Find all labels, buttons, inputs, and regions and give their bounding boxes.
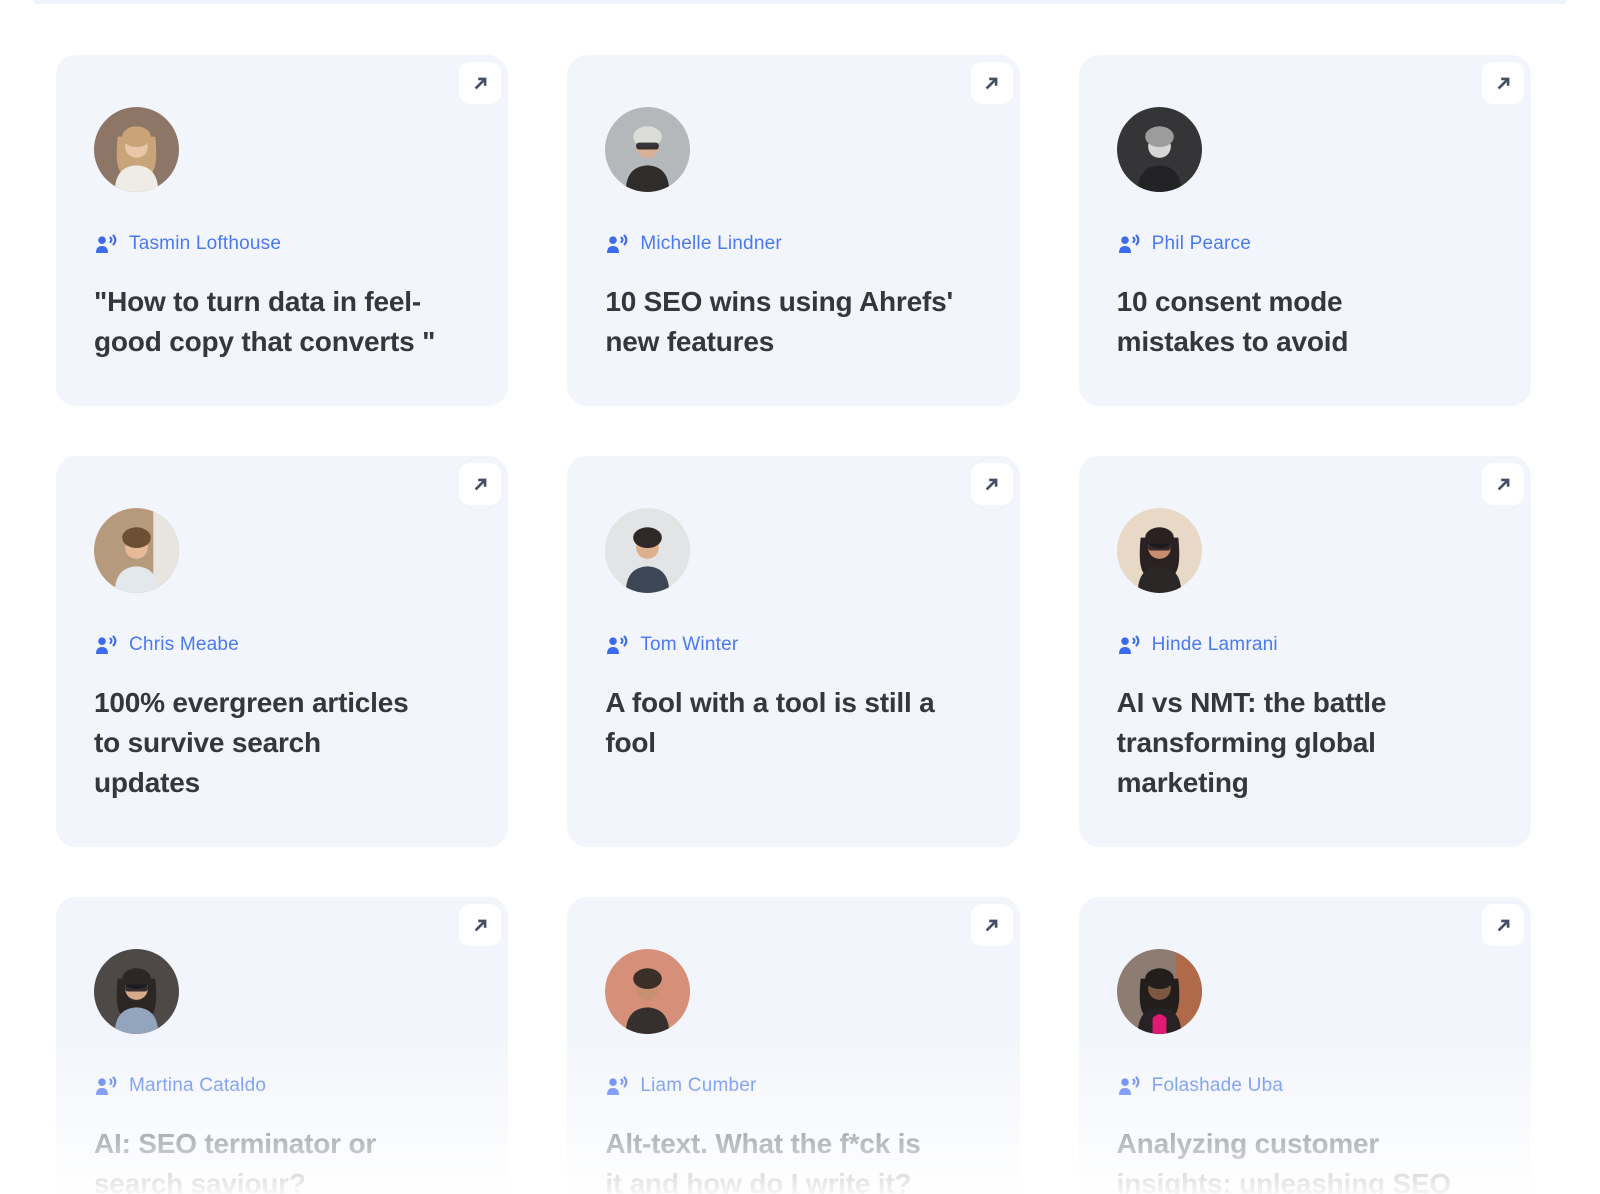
talk-card[interactable]: Liam Cumber Alt-text. What the f*ck is i… — [567, 897, 1020, 1194]
speaker-avatar — [94, 107, 179, 192]
speaker-link[interactable]: Liam Cumber — [605, 1074, 985, 1098]
speaker-link[interactable]: Martina Cataldo — [94, 1074, 474, 1098]
talk-title: AI: SEO terminator or search saviour? — [94, 1128, 377, 1194]
talk-title: Alt-text. What the f*ck is it and how do… — [605, 1128, 921, 1194]
external-link-arrow-icon — [985, 77, 998, 89]
talk-title: AI vs NMT: the battle transforming globa… — [1116, 687, 1387, 798]
speaker-voice-icon — [96, 1076, 117, 1095]
speaker-avatar — [1116, 107, 1202, 192]
speaker-link[interactable]: Michelle Lindner — [605, 232, 985, 256]
open-link-button[interactable] — [1482, 62, 1524, 104]
speaker-name[interactable]: Tasmin Lofthouse — [129, 233, 281, 255]
open-link-button[interactable] — [970, 904, 1013, 946]
speaker-link[interactable]: Tom Winter — [605, 633, 985, 657]
open-link-button[interactable] — [459, 904, 502, 946]
speaker-voice-icon — [607, 234, 628, 253]
talks-grid: Tasmin Lofthouse "How to turn data in fe… — [0, 0, 1600, 1194]
speaker-avatar — [1116, 508, 1202, 593]
talk-card[interactable]: Phil Pearce 10 consent mode mistakes to … — [1078, 55, 1531, 406]
speaker-voice-icon — [1118, 635, 1140, 654]
open-link-button[interactable] — [970, 463, 1013, 505]
speaker-avatar — [605, 949, 691, 1034]
speaker-name[interactable]: Folashade Uba — [1152, 1075, 1283, 1097]
speaker-voice-icon — [1118, 1076, 1140, 1095]
talk-card[interactable]: Folashade Uba Analyzing customer insight… — [1078, 897, 1531, 1194]
talk-title: 100% evergreen articles to survive searc… — [94, 687, 409, 798]
speaker-avatar — [605, 107, 691, 192]
external-link-arrow-icon — [474, 77, 487, 89]
talk-card[interactable]: Tasmin Lofthouse "How to turn data in fe… — [56, 55, 509, 406]
external-link-arrow-icon — [1497, 919, 1509, 931]
open-link-button[interactable] — [1482, 463, 1524, 505]
talk-card[interactable]: Chris Meabe 100% evergreen articles to s… — [56, 456, 509, 847]
speaker-avatar — [94, 949, 179, 1034]
speaker-link[interactable]: Chris Meabe — [94, 633, 474, 657]
speaker-name[interactable]: Martina Cataldo — [129, 1075, 266, 1097]
talk-title: 10 consent mode mistakes to avoid — [1116, 286, 1349, 357]
speakers-page: Tasmin Lofthouse "How to turn data in fe… — [0, 0, 1600, 1194]
open-link-button[interactable] — [459, 62, 502, 104]
speaker-voice-icon — [96, 234, 117, 253]
speaker-voice-icon — [1118, 234, 1140, 253]
speaker-link[interactable]: Hinde Lamrani — [1117, 633, 1497, 657]
speaker-name[interactable]: Hinde Lamrani — [1152, 634, 1278, 656]
talk-title: A fool with a tool is still a fool — [605, 687, 935, 758]
previous-row-card-edge — [33, 0, 1567, 4]
speaker-voice-icon — [607, 635, 628, 654]
speaker-avatar — [605, 508, 691, 593]
speaker-name[interactable]: Tom Winter — [640, 634, 738, 656]
talk-card[interactable]: Hinde Lamrani AI vs NMT: the battle tran… — [1078, 456, 1531, 847]
open-link-button[interactable] — [970, 62, 1013, 104]
talk-title: 10 SEO wins using Ahrefs' new features — [605, 286, 953, 357]
speaker-name[interactable]: Phil Pearce — [1152, 233, 1251, 255]
speaker-link[interactable]: Phil Pearce — [1117, 232, 1497, 256]
open-link-button[interactable] — [1482, 904, 1524, 946]
external-link-arrow-icon — [1497, 478, 1509, 490]
speaker-voice-icon — [607, 1076, 628, 1095]
external-link-arrow-icon — [474, 919, 487, 931]
speaker-voice-icon — [96, 635, 117, 654]
speaker-link[interactable]: Tasmin Lofthouse — [94, 232, 474, 256]
external-link-arrow-icon — [474, 478, 487, 490]
talk-card[interactable]: Tom Winter A fool with a tool is still a… — [567, 456, 1020, 847]
talk-title: "How to turn data in feel- good copy tha… — [94, 286, 436, 357]
talk-title: Analyzing customer insights: unleashing … — [1116, 1128, 1452, 1194]
external-link-arrow-icon — [985, 919, 998, 931]
external-link-arrow-icon — [985, 478, 998, 490]
speaker-name[interactable]: Liam Cumber — [640, 1075, 756, 1097]
talk-card[interactable]: Martina Cataldo AI: SEO terminator or se… — [56, 897, 509, 1194]
speaker-name[interactable]: Chris Meabe — [129, 634, 239, 656]
talk-card[interactable]: Michelle Lindner 10 SEO wins using Ahref… — [567, 55, 1020, 406]
speaker-avatar — [1116, 949, 1202, 1034]
open-link-button[interactable] — [459, 463, 502, 505]
speaker-link[interactable]: Folashade Uba — [1117, 1074, 1497, 1098]
external-link-arrow-icon — [1497, 77, 1509, 89]
speaker-avatar — [94, 508, 179, 593]
speaker-name[interactable]: Michelle Lindner — [640, 233, 782, 255]
